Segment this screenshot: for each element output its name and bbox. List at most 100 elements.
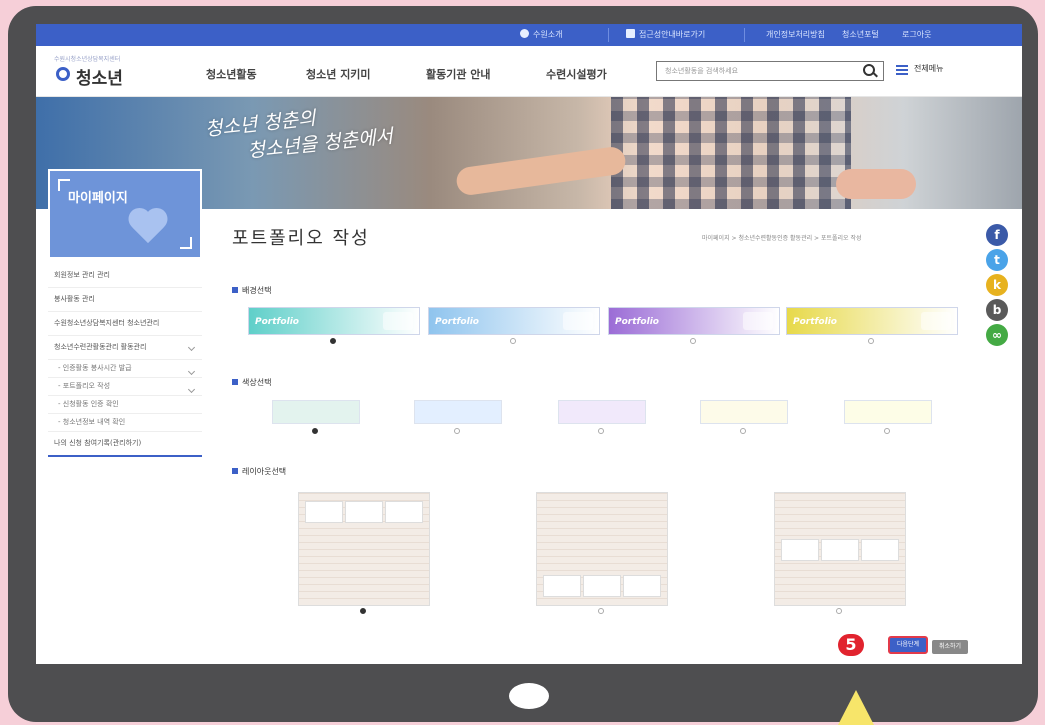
sidebar-item-label: 봉사활동 관리	[54, 295, 95, 303]
search-input[interactable]: 청소년활동을 검색하세요	[656, 61, 884, 81]
utility-bar: 수원소개 접근성안내바로가기 개인정보처리방침 청소년포털 로그아웃	[36, 24, 1022, 46]
color-radio-4[interactable]	[740, 428, 746, 434]
sidebar-item[interactable]: - 포트폴리오 작성	[48, 378, 202, 396]
layout-block	[781, 539, 819, 561]
utility-link-2[interactable]: 접근성안내바로가기	[626, 28, 705, 42]
sidebar-item[interactable]: 나의 신청 참여기록(관리하기)	[48, 432, 202, 457]
all-menu-label: 전체메뉴	[914, 64, 944, 73]
page-title: 포트폴리오 작성	[232, 228, 370, 249]
utility-link-4[interactable]: 청소년포털	[842, 28, 879, 42]
layout-block	[345, 501, 383, 523]
color-radio-5[interactable]	[884, 428, 890, 434]
layout-option-3[interactable]	[774, 492, 906, 606]
layout-radio-3[interactable]	[836, 608, 842, 614]
background-radio-4[interactable]	[868, 338, 874, 344]
background-radio-3[interactable]	[690, 338, 696, 344]
layout-block	[385, 501, 423, 523]
mypage-title: 마이페이지	[68, 191, 128, 206]
color-option-3[interactable]	[558, 400, 646, 424]
utility-link-1[interactable]: 수원소개	[520, 28, 562, 42]
hero-shirt-pattern	[611, 97, 851, 209]
layout-block	[623, 575, 661, 597]
color-radio-1[interactable]	[312, 428, 318, 434]
sidebar-item-label: - 신청활동 인증 확인	[58, 400, 119, 408]
background-option-2[interactable]: Portfolio	[428, 307, 600, 335]
nav-youth-activity[interactable]: 청소년활동	[206, 66, 257, 82]
logo-icon	[56, 67, 70, 81]
section-color-title: 색상선택	[232, 377, 271, 388]
step-marker: 5	[838, 634, 864, 656]
banner-image-icon	[743, 312, 773, 330]
heart-icon	[130, 209, 170, 249]
link-icon[interactable]: ∞	[986, 324, 1008, 346]
color-option-4[interactable]	[700, 400, 788, 424]
home-icon	[520, 29, 529, 38]
layout-radio-1[interactable]	[360, 608, 366, 614]
twitter-icon[interactable]: t	[986, 249, 1008, 271]
layout-block	[821, 539, 859, 561]
utility-link-5[interactable]: 로그아웃	[902, 28, 931, 42]
sidebar-item-label: 청소년수련관활동관리 활동관리	[54, 343, 147, 351]
sidebar-item[interactable]: - 인증활동 봉사시간 발급	[48, 360, 202, 378]
logo-text[interactable]: 청소년	[76, 64, 123, 89]
color-option-2[interactable]	[414, 400, 502, 424]
chevron-down-icon	[187, 343, 196, 352]
layout-radio-2[interactable]	[598, 608, 604, 614]
layout-option-1[interactable]	[298, 492, 430, 606]
next-step-button[interactable]: 다음단계	[888, 636, 928, 654]
mypage-title-box: 마이페이지	[48, 169, 202, 259]
sidebar-item[interactable]: - 신청활동 인증 확인	[48, 396, 202, 414]
banner-word: Portfolio	[255, 317, 299, 327]
cancel-button[interactable]: 취소하기	[932, 640, 968, 654]
banner-image-icon	[921, 312, 951, 330]
color-radio-2[interactable]	[454, 428, 460, 434]
background-radio-2[interactable]	[510, 338, 516, 344]
banner-word: Portfolio	[615, 317, 659, 327]
hamburger-icon	[896, 65, 908, 75]
browser-screen: 수원소개 접근성안내바로가기 개인정보처리방침 청소년포털 로그아웃 수원시청소…	[36, 24, 1022, 664]
hero-calligraphy: 청소년 청춘의 청소년을 청춘에서	[204, 107, 394, 163]
banner-word: Portfolio	[793, 317, 837, 327]
sidebar-item-label: 회원정보 관리 관리	[54, 271, 110, 279]
sidebar-item[interactable]: 회원정보 관리 관리	[48, 264, 202, 288]
site-header: 수원시청소년상담복지센터 청소년 청소년활동 청소년 지키미 활동기관 안내 수…	[36, 46, 1022, 97]
layout-option-2[interactable]	[536, 492, 668, 606]
color-option-1[interactable]	[272, 400, 360, 424]
sidebar-item-label: 수원청소년상담복지센터 청소년관리	[54, 319, 160, 327]
background-option-1[interactable]: Portfolio	[248, 307, 420, 335]
sidebar-item-label: 나의 신청 참여기록(관리하기)	[54, 439, 142, 447]
hero-arm	[454, 145, 628, 197]
banner-image-icon	[563, 312, 593, 330]
sidebar-item[interactable]: 청소년수련관활동관리 활동관리	[48, 336, 202, 360]
sidebar-item-label: - 청소년정보 내역 확인	[58, 418, 126, 426]
accessibility-icon	[626, 29, 635, 38]
section-layout-title: 레이아웃선택	[232, 466, 286, 477]
layout-block	[583, 575, 621, 597]
section-background-title: 배경선택	[232, 285, 271, 296]
chevron-down-icon	[187, 367, 196, 376]
divider	[608, 28, 609, 42]
corner-decoration	[180, 237, 192, 249]
facebook-icon[interactable]: f	[986, 224, 1008, 246]
sidebar-item[interactable]: 봉사활동 관리	[48, 288, 202, 312]
layout-block	[543, 575, 581, 597]
nav-facility-evaluation[interactable]: 수련시설평가	[546, 66, 607, 82]
background-option-4[interactable]: Portfolio	[786, 307, 958, 335]
sidebar-item[interactable]: - 청소년정보 내역 확인	[48, 414, 202, 432]
utility-link-3[interactable]: 개인정보처리방침	[766, 28, 825, 42]
hero-hand	[836, 169, 916, 199]
layout-block	[861, 539, 899, 561]
kakaostory-icon[interactable]: k	[986, 274, 1008, 296]
logo-subtitle: 수원시청소년상담복지센터	[54, 56, 121, 63]
color-option-5[interactable]	[844, 400, 932, 424]
sidebar-item[interactable]: 수원청소년상담복지센터 청소년관리	[48, 312, 202, 336]
home-button[interactable]	[509, 683, 549, 709]
background-option-3[interactable]: Portfolio	[608, 307, 780, 335]
nav-institution-info[interactable]: 활동기관 안내	[426, 66, 491, 82]
background-radio-1[interactable]	[330, 338, 336, 344]
blog-icon[interactable]: b	[986, 299, 1008, 321]
color-radio-3[interactable]	[598, 428, 604, 434]
chevron-down-icon	[187, 385, 196, 394]
nav-youth-guardian[interactable]: 청소년 지키미	[306, 66, 371, 82]
search-icon[interactable]	[863, 64, 875, 76]
